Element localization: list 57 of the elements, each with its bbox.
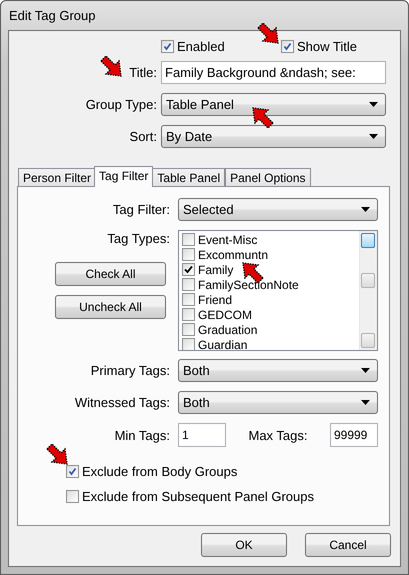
dropdown[interactable]: Table Panel xyxy=(161,93,386,116)
tab[interactable]: Table Panel xyxy=(152,168,226,186)
arrow-icon xyxy=(249,104,275,130)
field-label: Group Type: xyxy=(86,97,157,112)
field-label: Max Tags: xyxy=(248,428,308,442)
checkbox[interactable] xyxy=(182,248,195,261)
list-button[interactable]: Uncheck All xyxy=(55,295,166,319)
field-label: Primary Tags: xyxy=(90,363,170,378)
dropdown-arrow-icon xyxy=(369,102,378,107)
checkbox[interactable] xyxy=(66,465,79,478)
checkbox[interactable] xyxy=(182,233,195,246)
checkbox[interactable] xyxy=(182,278,195,291)
list-button[interactable]: Check All xyxy=(55,262,166,286)
field-label: Witnessed Tags: xyxy=(74,395,170,410)
tab[interactable]: Tag Filter xyxy=(94,166,154,187)
checkbox[interactable] xyxy=(161,40,174,53)
title-field[interactable]: Family Background &ndash; see: xyxy=(161,61,386,84)
dropdown-arrow-icon xyxy=(369,134,378,139)
list-item[interactable]: GEDCOM xyxy=(198,308,252,322)
list-item[interactable]: Graduation xyxy=(198,322,258,336)
checkbox-label: Show Title xyxy=(297,39,357,54)
dropdown[interactable]: Selected xyxy=(178,198,378,221)
field-label: Title: xyxy=(129,65,157,80)
checkbox[interactable] xyxy=(182,263,195,276)
checkbox[interactable] xyxy=(182,308,195,321)
list-item[interactable]: Guardian xyxy=(198,338,248,350)
checkbox[interactable] xyxy=(182,323,195,336)
dropdown[interactable]: Both xyxy=(178,359,378,382)
checkbox[interactable] xyxy=(182,293,195,306)
min-tags-field[interactable]: 1 xyxy=(178,423,226,447)
field-label: Tag Types: xyxy=(107,231,170,246)
checkbox[interactable] xyxy=(182,338,195,350)
dialog-button[interactable]: OK xyxy=(201,533,287,557)
dropdown-arrow-icon xyxy=(361,400,370,405)
list-item[interactable]: Friend xyxy=(198,292,232,306)
checkbox[interactable] xyxy=(281,40,294,53)
dropdown-arrow-icon xyxy=(361,207,370,212)
list-item[interactable]: FamilySectionNote xyxy=(198,278,299,292)
checkbox[interactable] xyxy=(66,490,79,503)
tab[interactable]: Person Filter xyxy=(18,168,96,186)
field-label: Tag Filter: xyxy=(112,202,170,217)
field-label: Sort: xyxy=(130,129,157,144)
list-item[interactable]: Event-Misc xyxy=(198,232,258,246)
dropdown[interactable]: Both xyxy=(178,391,378,414)
checkbox-label: Exclude from Subsequent Panel Groups xyxy=(82,489,314,504)
checkbox-label: Enabled xyxy=(177,39,225,54)
max-tags-field[interactable]: 99999 xyxy=(330,423,378,447)
dropdown-arrow-icon xyxy=(361,368,370,373)
scrollbar[interactable] xyxy=(359,231,377,350)
field-label: Min Tags: xyxy=(114,428,170,442)
dialog-button[interactable]: Cancel xyxy=(305,533,391,557)
list-item[interactable]: Family xyxy=(198,262,234,276)
window-title: Edit Tag Group xyxy=(8,7,96,25)
list-item[interactable]: Excommuntn xyxy=(198,248,268,262)
tab[interactable]: Panel Options xyxy=(225,168,310,186)
dropdown[interactable]: By Date xyxy=(161,125,386,148)
checkbox-label: Exclude from Body Groups xyxy=(82,464,238,479)
